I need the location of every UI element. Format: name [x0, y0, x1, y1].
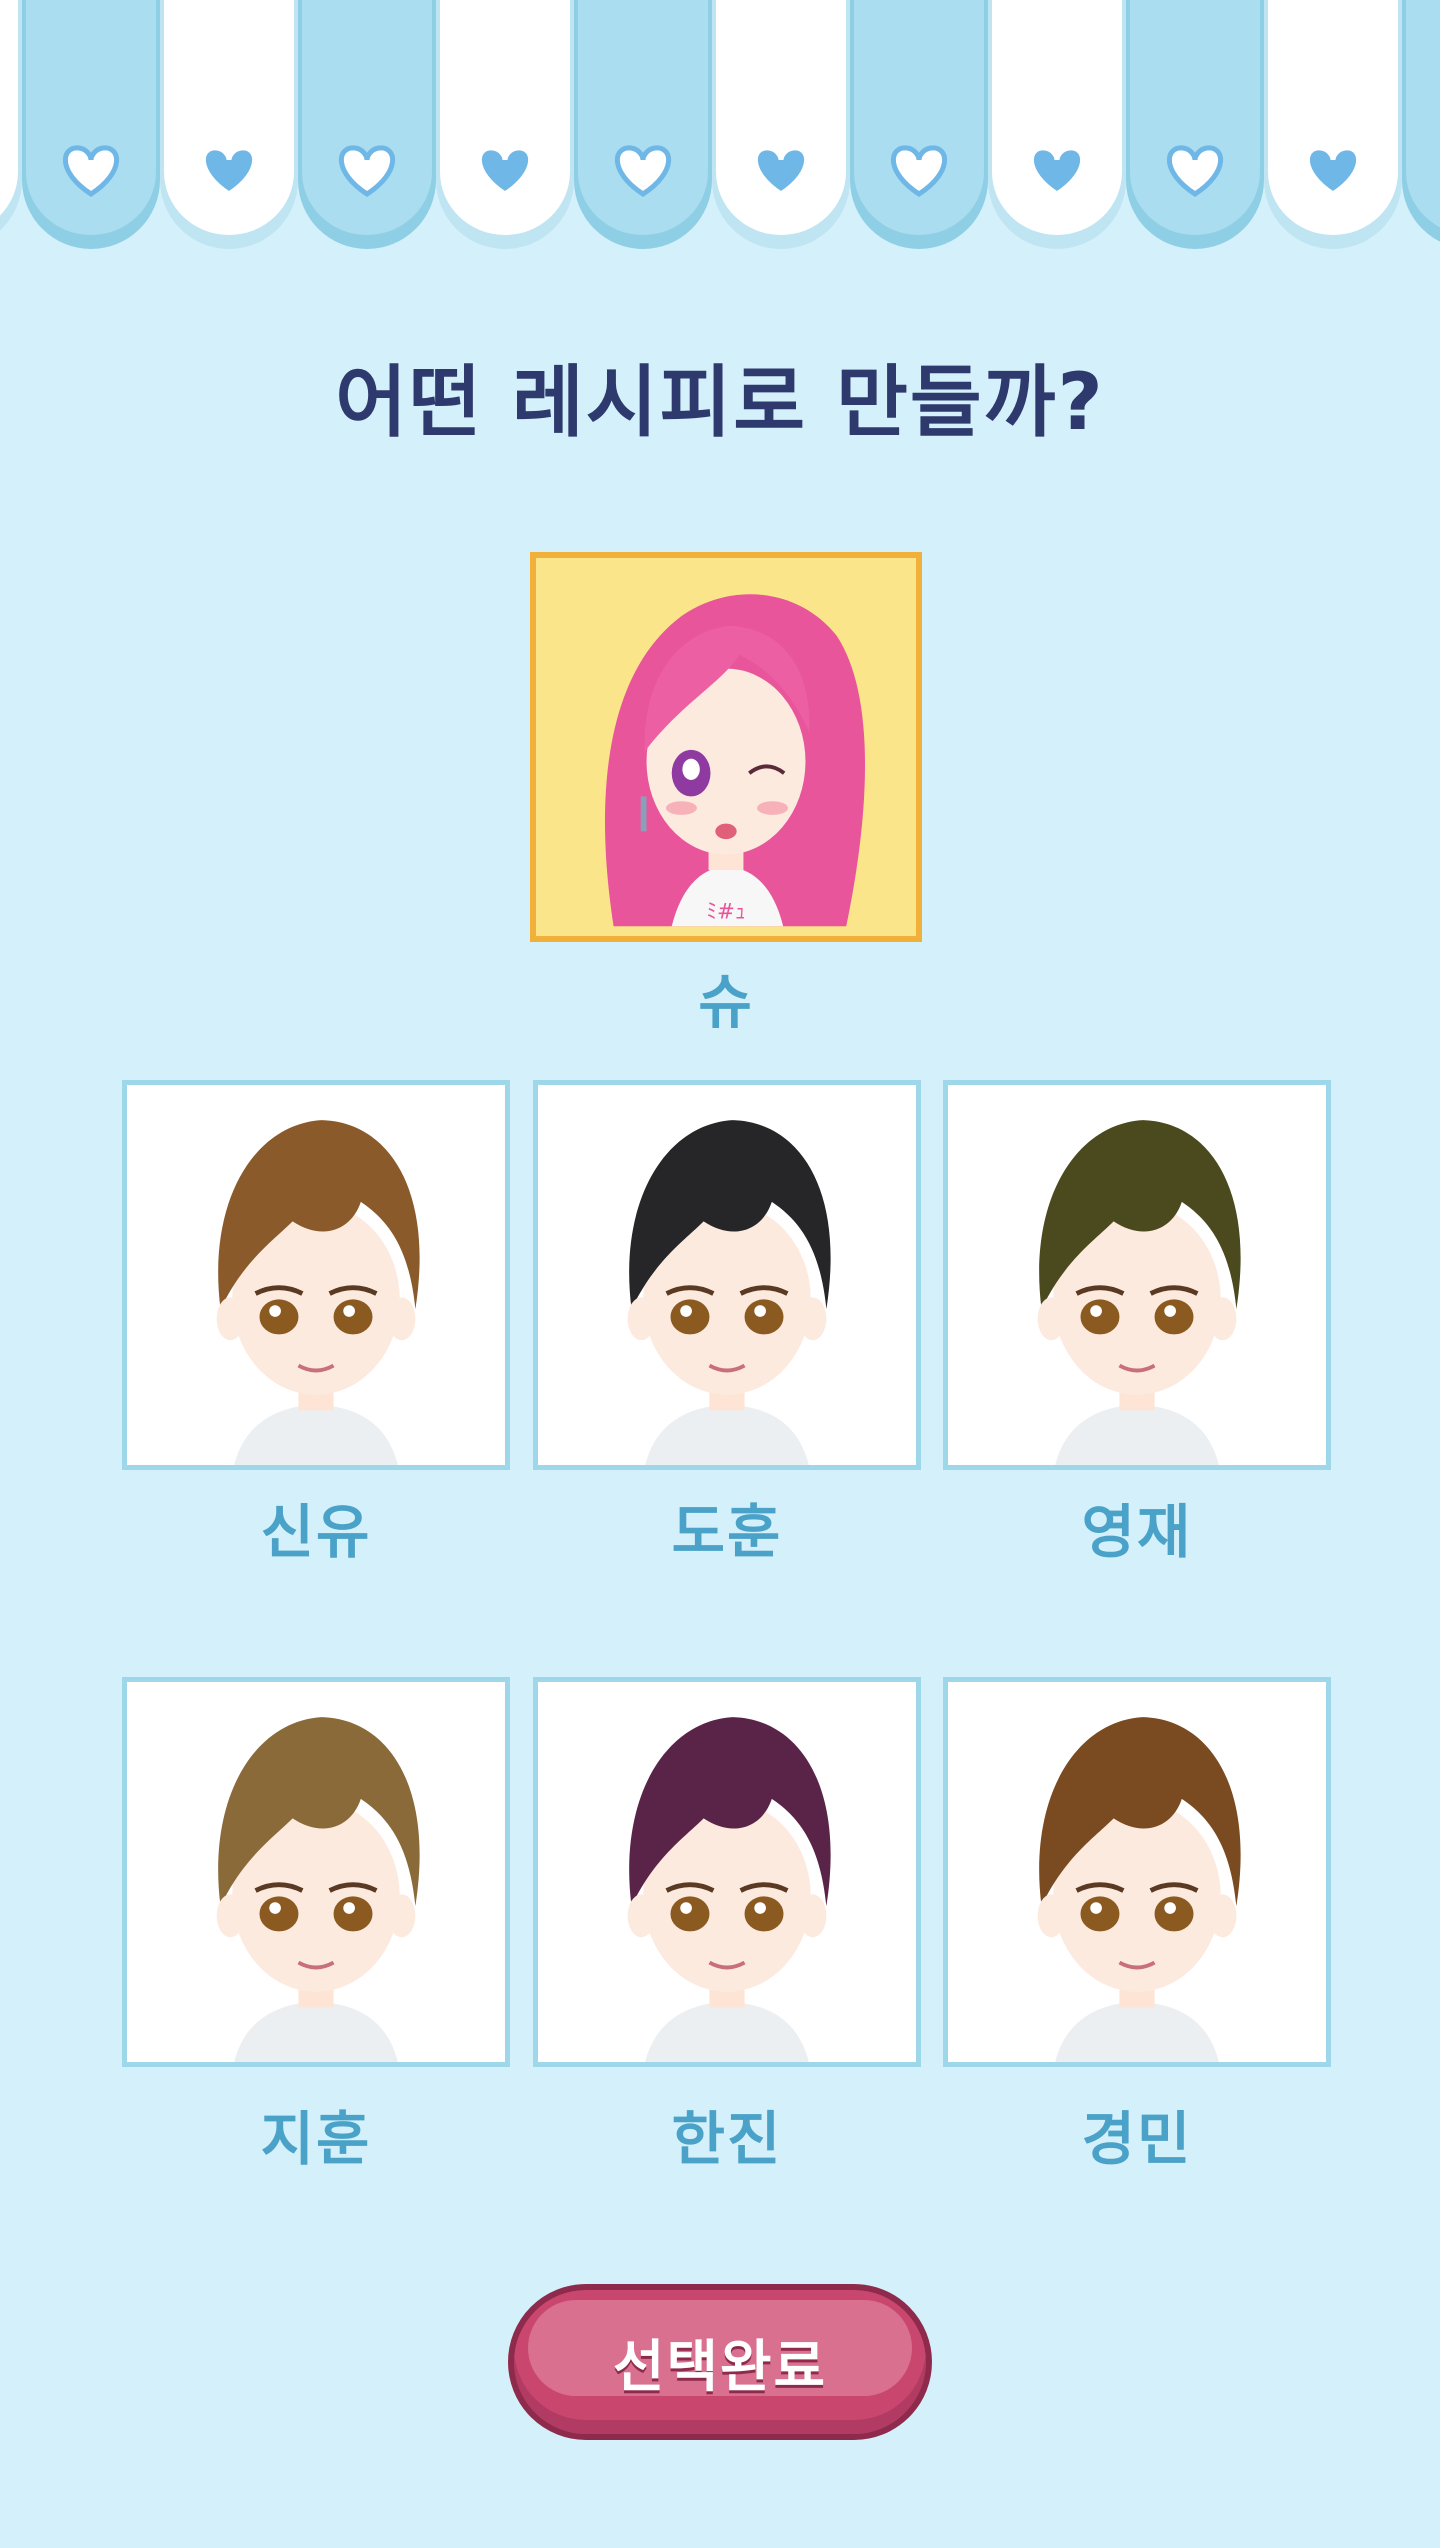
character-card[interactable]: [122, 1080, 510, 1470]
character-portrait: [538, 1085, 916, 1465]
character-portrait: [127, 1085, 505, 1465]
page-title: 어떤 레시피로 만들까?: [335, 358, 1105, 448]
svg-text:ﾐ#ｭ: ﾐ#ｭ: [706, 900, 745, 925]
character-portrait: [948, 1085, 1326, 1465]
character-card[interactable]: [533, 1080, 921, 1470]
character-name: 지훈: [260, 2105, 372, 2173]
confirm-button-label: 선택완료: [612, 2334, 828, 2400]
character-portrait-shu: ﾐ#ｭ: [536, 558, 916, 936]
character-name: 영재: [1081, 1498, 1193, 1566]
character-name: 도훈: [671, 1498, 783, 1566]
character-name: 한진: [671, 2105, 783, 2173]
character-card[interactable]: [943, 1080, 1331, 1470]
confirm-selection-button[interactable]: 선택완료: [508, 2284, 932, 2440]
character-portrait: [538, 1682, 916, 2062]
featured-character-name: 슈: [698, 968, 754, 1036]
character-card[interactable]: [122, 1677, 510, 2067]
character-card[interactable]: [943, 1677, 1331, 2067]
featured-character-card[interactable]: ﾐ#ｭ: [530, 552, 922, 942]
character-name: 경민: [1081, 2105, 1193, 2173]
striped-awning: [0, 0, 1440, 260]
character-name: 신유: [260, 1498, 372, 1566]
character-portrait: [948, 1682, 1326, 2062]
character-portrait: [127, 1682, 505, 2062]
character-card[interactable]: [533, 1677, 921, 2067]
